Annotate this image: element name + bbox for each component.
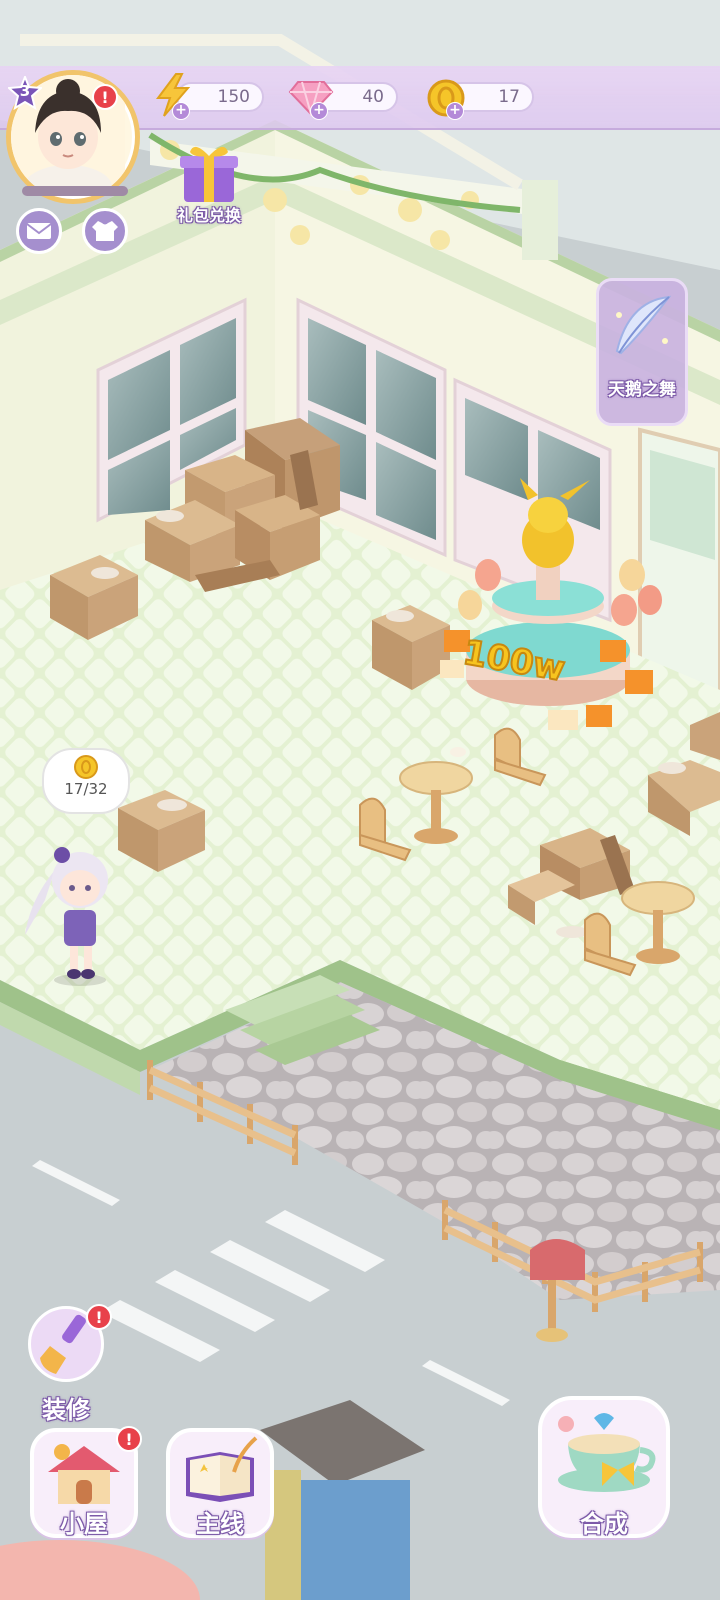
decorate-notification-dot: ! — [86, 1304, 112, 1330]
level-badge: 3 — [6, 74, 44, 111]
main-quest-label: 主线 — [196, 1510, 244, 1538]
swan-dance-label: 天鹅之舞 — [608, 380, 676, 400]
gift-redeem-button[interactable]: 礼包兑换 — [166, 140, 252, 230]
cottage-label: 小屋 — [60, 1510, 108, 1538]
feather-icon — [615, 295, 672, 355]
cottage-button[interactable]: ! 小屋 — [30, 1426, 142, 1538]
avatar-nameplate — [22, 186, 128, 196]
decorate-button[interactable]: ! 装修 — [20, 1304, 116, 1424]
gem-value: 40 — [362, 87, 384, 107]
gift-box-icon — [180, 146, 238, 202]
coin-value: 17 — [498, 87, 520, 107]
book-quill-icon — [186, 1436, 258, 1502]
teacup-icon — [558, 1413, 656, 1492]
avatar-notification-dot: ! — [92, 84, 118, 110]
energy-plus-icon[interactable]: + — [172, 102, 190, 120]
coin-progress-text: 17/32 — [64, 780, 108, 798]
coin-plus-icon[interactable]: + — [446, 102, 464, 120]
decorate-label: 装修 — [42, 1396, 90, 1424]
gem-plus-icon[interactable]: + — [310, 102, 328, 120]
coin-collect-bubble[interactable]: 17/32 — [42, 748, 130, 814]
main-quest-button[interactable]: 主线 — [166, 1428, 274, 1538]
level-number: 3 — [19, 82, 31, 100]
merge-label: 合成 — [580, 1510, 628, 1538]
coin-icon — [74, 755, 98, 779]
mail-button[interactable] — [16, 208, 62, 254]
outfit-button[interactable] — [82, 208, 128, 254]
shirt-icon — [92, 221, 118, 241]
gift-redeem-label: 礼包兑换 — [176, 206, 241, 225]
envelope-icon — [26, 223, 52, 239]
cottage-notification-dot: ! — [116, 1426, 142, 1452]
swan-dance-event-button[interactable]: 天鹅之舞 — [596, 278, 688, 426]
merge-button[interactable]: 合成 — [538, 1396, 670, 1538]
teacup-floor — [450, 747, 466, 757]
energy-value: 150 — [217, 87, 250, 107]
